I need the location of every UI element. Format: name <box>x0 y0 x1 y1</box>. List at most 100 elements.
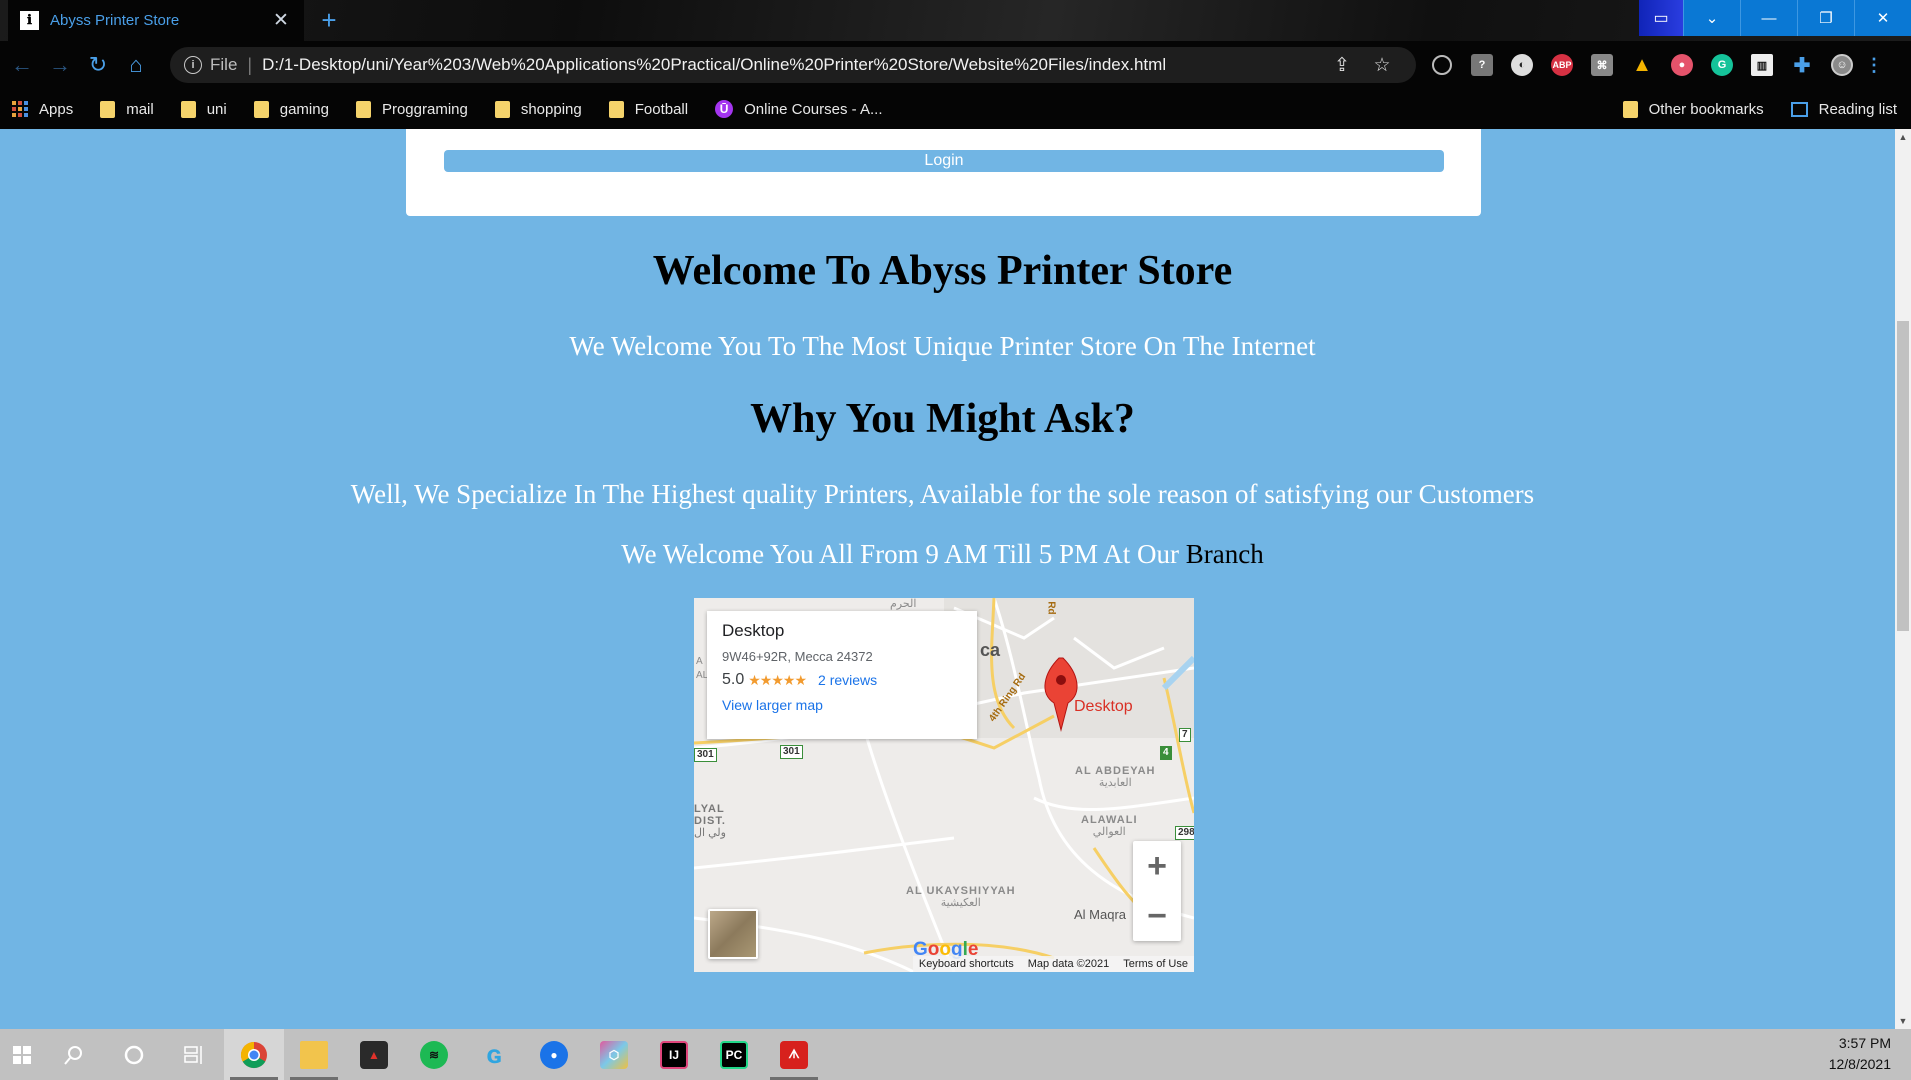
window-switcher-icon[interactable]: ▭ <box>1639 0 1683 36</box>
reviews-link[interactable]: 2 reviews <box>818 672 877 688</box>
zoom-in-button[interactable]: + <box>1133 841 1181 891</box>
bookmark-label: Online Courses - A... <box>744 100 883 118</box>
close-window-button[interactable]: ✕ <box>1854 0 1911 36</box>
area-name: ALAWALI <box>1081 814 1138 826</box>
terms-of-use-link[interactable]: Terms of Use <box>1123 958 1188 970</box>
folder-icon <box>494 100 510 118</box>
close-tab-icon[interactable]: ✕ <box>270 9 292 32</box>
apps-grid-icon <box>12 101 28 117</box>
scrollbar-thumb[interactable] <box>1897 321 1909 631</box>
puzzle-icon[interactable]: ✚ <box>1782 45 1822 85</box>
tab-abyss-printer-store[interactable]: ℹ Abyss Printer Store ✕ <box>8 0 304 41</box>
bookmark-label: Reading list <box>1818 100 1897 118</box>
area-label-awali: ALAWALI العوالي <box>1081 814 1138 838</box>
embedded-map[interactable]: Desktop ca 4th Ring Rd Rd الحرم A AL AL … <box>694 598 1194 972</box>
bookmark-star-icon[interactable]: ☆ <box>1362 54 1402 77</box>
reload-icon[interactable]: ↻ <box>79 46 117 84</box>
maps-pin-icon[interactable]: ● <box>524 1029 584 1080</box>
search-icon[interactable] <box>44 1029 104 1080</box>
scroll-up-arrow-icon[interactable]: ▲ <box>1895 129 1911 145</box>
bookmark-football[interactable]: Football <box>608 100 689 118</box>
bookmark-shopping[interactable]: shopping <box>494 100 582 118</box>
acrobat-icon[interactable]: ᗑ <box>764 1029 824 1080</box>
url-scheme: File <box>210 55 238 74</box>
cortana-icon[interactable] <box>104 1029 164 1080</box>
google-drive-icon[interactable]: ▲ <box>1622 45 1662 85</box>
map-data-attribution: Map data ©2021 <box>1027 958 1110 970</box>
bookmarks-bar-right: Other bookmarks Reading list <box>1622 89 1897 129</box>
area-label-ukayshiyyah: AL UKAYSHIYYAH العكيشية <box>906 885 1016 909</box>
reading-list-button[interactable]: Reading list <box>1790 100 1897 118</box>
windows-start-icon[interactable] <box>0 1029 44 1080</box>
file-explorer-icon[interactable] <box>284 1029 344 1080</box>
place-name: Desktop <box>722 621 785 640</box>
grammar-badge-icon[interactable]: ◐ <box>1502 45 1542 85</box>
bookmark-proggraming[interactable]: Proggraming <box>355 100 468 118</box>
pycharm-label: PC <box>720 1040 748 1069</box>
page-scrollbar[interactable]: ▲ ▼ <box>1895 129 1911 1029</box>
task-view-icon[interactable] <box>164 1029 224 1080</box>
folder-icon <box>355 100 371 118</box>
bookmark-gaming[interactable]: gaming <box>253 100 329 118</box>
edge-label-a: A <box>696 656 703 667</box>
page-favicon-icon: ℹ <box>20 11 39 30</box>
page-viewport: Login Welcome To Abyss Printer Store We … <box>0 129 1895 1029</box>
chrome-icon[interactable] <box>224 1029 284 1080</box>
new-tab-button[interactable]: + <box>314 6 344 36</box>
logitech-icon[interactable]: ɢ <box>464 1029 524 1080</box>
minimize-button[interactable]: — <box>1740 0 1797 36</box>
map-pin-label: Desktop <box>1074 698 1133 715</box>
bookmark-apps[interactable]: Apps <box>12 101 73 118</box>
pycharm-icon[interactable]: PC <box>704 1029 764 1080</box>
forward-button-icon[interactable]: → <box>41 46 79 84</box>
view-larger-map-link[interactable]: View larger map <box>722 697 962 713</box>
bookmark-label: uni <box>206 100 227 118</box>
help-icon[interactable]: ? <box>1462 45 1502 85</box>
area-label-maqra: Al Maqra <box>1074 907 1127 922</box>
login-button[interactable]: Login <box>444 150 1444 172</box>
spotify-icon[interactable]: ≋ <box>404 1029 464 1080</box>
satellite-view-toggle[interactable] <box>708 909 758 959</box>
zoom-out-button[interactable]: − <box>1133 891 1181 941</box>
site-info-icon[interactable]: i <box>184 56 202 74</box>
reading-list-icon <box>1790 101 1808 117</box>
reader-icon[interactable]: ▥ <box>1742 45 1782 85</box>
cube-app-icon[interactable]: ⬡ <box>584 1029 644 1080</box>
url-text[interactable]: D:/1-Desktop/uni/Year%203/Web%20Applicat… <box>262 55 1322 75</box>
intellij-icon[interactable]: IJ <box>644 1029 704 1080</box>
pdf-icon[interactable]: ⌘ <box>1582 45 1622 85</box>
home-icon[interactable]: ⌂ <box>117 46 155 84</box>
restore-button[interactable]: ❐ <box>1797 0 1854 36</box>
keyboard-shortcuts-link[interactable]: Keyboard shortcuts <box>919 958 1014 970</box>
area-label-lyal: LYAL DIST. ولي ال <box>694 803 726 839</box>
hours-sentence: We Welcome You All From 9 AM Till 5 PM A… <box>621 539 1186 569</box>
branch-link[interactable]: Branch <box>1186 539 1264 569</box>
udemy-icon: Ū <box>715 100 734 118</box>
area-name: AL UKAYSHIYYAH <box>906 885 1016 897</box>
menu-icon[interactable]: ⋮ <box>1862 45 1886 85</box>
back-button-icon[interactable]: ← <box>3 46 41 84</box>
media-icon[interactable] <box>1422 45 1462 85</box>
bookmark-uni[interactable]: uni <box>180 100 227 118</box>
bookmark-label: Football <box>634 100 689 118</box>
profile-avatar[interactable]: ☺ <box>1822 45 1862 85</box>
bookmark-mail[interactable]: mail <box>100 100 154 118</box>
bookmark-online-courses[interactable]: Ū Online Courses - A... <box>715 100 883 118</box>
clock-date: 12/8/2021 <box>1828 1056 1891 1072</box>
map-zoom-controls: + − <box>1133 841 1181 941</box>
area-name: AL ABDEYAH <box>1075 765 1156 777</box>
scroll-down-arrow-icon[interactable]: ▼ <box>1895 1013 1911 1029</box>
road-sign-7: 7 <box>1179 728 1191 742</box>
area-label-abdeyah: AL ABDEYAH العابدية <box>1075 765 1156 789</box>
red-app-icon[interactable]: ▲ <box>344 1029 404 1080</box>
share-icon[interactable]: ⇪ <box>1322 54 1362 77</box>
grammarly-icon[interactable]: G <box>1702 45 1742 85</box>
address-bar[interactable]: i File | D:/1-Desktop/uni/Year%203/Web%2… <box>170 47 1416 83</box>
tab-search-icon[interactable]: ⌄ <box>1683 0 1740 36</box>
adblock-plus-icon[interactable]: ABP <box>1542 45 1582 85</box>
bookmark-other[interactable]: Other bookmarks <box>1622 100 1764 118</box>
place-address: 9W46+92R, Mecca 24372 <box>722 649 873 664</box>
rating-value: 5.0 <box>722 671 745 688</box>
record-icon[interactable]: ● <box>1662 45 1702 85</box>
system-clock[interactable]: 3:57 PM 12/8/2021 <box>1829 1033 1891 1075</box>
